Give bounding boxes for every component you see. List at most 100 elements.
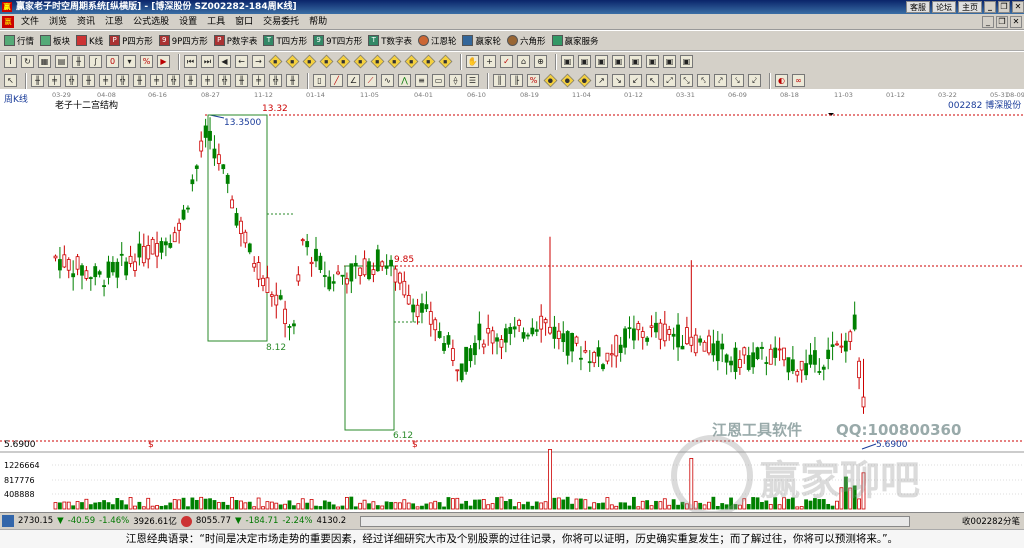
tool-service[interactable]: 赢家服务 [551,35,599,47]
gann-line-2-icon[interactable]: ╪ [48,74,61,87]
right-arrow-icon[interactable]: → [252,55,265,68]
menu-settings[interactable]: 设置 [174,14,202,30]
tool-p-square[interactable]: P P四方形 [109,35,153,47]
gann-line-9-icon[interactable]: ╬ [167,74,180,87]
cursor-icon[interactable]: I [4,55,17,68]
candlestick-icon[interactable]: ╫ [72,55,85,68]
gann-line-13-icon[interactable]: ╫ [235,74,248,87]
tool-9p-square[interactable]: 9 9P四方形 [158,35,208,47]
tool-hexagon[interactable]: 六角形 [506,35,546,47]
percent-icon[interactable]: % [140,55,153,68]
pointer-icon[interactable]: ↖ [4,74,17,87]
gann-line-12-icon[interactable]: ╬ [218,74,231,87]
minimize-icon[interactable]: _ [984,1,996,13]
menu-info[interactable]: 资讯 [72,14,100,30]
gann-line-10-icon[interactable]: ╫ [184,74,197,87]
kline-chart[interactable]: 03-29 04-08 06-16 08-27 11-12 01-14 11-05 04-01… [0,89,1024,512]
circle-3-icon[interactable]: ● [577,73,592,88]
rect-icon[interactable]: ▭ [432,74,445,87]
arrow-3-icon[interactable]: ↙ [629,74,642,87]
refresh-icon[interactable]: ↻ [21,55,34,68]
arrow-6-icon[interactable]: ⤡ [680,74,693,87]
zoom-icon[interactable]: ⊕ [534,55,547,68]
box-icon[interactable]: ▯ [313,74,326,87]
link-support[interactable]: 客服 [906,1,930,13]
tag-icon[interactable]: ⌂ [517,55,530,68]
last-icon[interactable]: ⏭ [201,55,214,68]
mdi-close-icon[interactable]: ✕ [1010,16,1022,28]
trend-icon[interactable]: ╱ [330,74,343,87]
gann-line-1-icon[interactable]: ╫ [31,74,44,87]
gann-line-5-icon[interactable]: ╪ [99,74,112,87]
mdi-minimize-icon[interactable]: _ [982,16,994,28]
percent-line-icon[interactable]: % [527,74,540,87]
diamond-9-icon[interactable]: ◆ [404,54,419,69]
gann-line-16-icon[interactable]: ╫ [286,74,299,87]
color-wheel-icon[interactable]: ◐ [775,74,788,87]
arrow-9-icon[interactable]: ⤥ [731,74,744,87]
menu-formula[interactable]: 公式选股 [128,14,174,30]
ray-icon[interactable]: ⟋ [364,74,377,87]
hand-icon[interactable]: ✋ [466,55,479,68]
panel-5-icon[interactable]: ▣ [629,55,642,68]
infinity-icon[interactable]: ∞ [792,74,805,87]
circle-1-icon[interactable]: ● [543,73,558,88]
period-2-icon[interactable]: ╟ [510,74,523,87]
diamond-5-icon[interactable]: ◆ [336,54,351,69]
tool-kline[interactable]: K线 [76,35,103,47]
panel-2-icon[interactable]: ▣ [578,55,591,68]
tool-blocks[interactable]: 板块 [40,35,70,47]
gann-line-7-icon[interactable]: ╫ [133,74,146,87]
gann-line-11-icon[interactable]: ╪ [201,74,214,87]
period-1-icon[interactable]: ║ [493,74,506,87]
angle-icon[interactable]: ∠ [347,74,360,87]
zigzag-icon[interactable]: ⋀ [398,74,411,87]
grid-view-icon[interactable]: ▦ [38,55,51,68]
arrow-2-icon[interactable]: ↘ [612,74,625,87]
gann-line-3-icon[interactable]: ╬ [65,74,78,87]
diamond-1-icon[interactable]: ◆ [268,54,283,69]
tool-t-number[interactable]: T T数字表 [368,35,412,47]
panel-4-icon[interactable]: ▣ [612,55,625,68]
gann-line-4-icon[interactable]: ╫ [82,74,95,87]
panel-8-icon[interactable]: ▣ [680,55,693,68]
diamond-6-icon[interactable]: ◆ [353,54,368,69]
fib-icon[interactable]: ☰ [466,74,479,87]
arrow-7-icon[interactable]: ⤣ [697,74,710,87]
diamond-8-icon[interactable]: ◆ [387,54,402,69]
diamond-4-icon[interactable]: ◆ [319,54,334,69]
zero-icon[interactable]: 0 [106,55,119,68]
menu-trade[interactable]: 交易委托 [258,14,304,30]
link-home[interactable]: 主页 [958,1,982,13]
line-chart-icon[interactable]: ∫ [89,55,102,68]
menu-tools[interactable]: 工具 [202,14,230,30]
tool-t-square[interactable]: T T四方形 [263,35,307,47]
checkmark-icon[interactable]: ✓ [500,55,513,68]
arrow-4-icon[interactable]: ↖ [646,74,659,87]
channel-icon[interactable]: ≡ [415,74,428,87]
prev-icon[interactable]: ◀ [218,55,231,68]
panel-3-icon[interactable]: ▣ [595,55,608,68]
close-icon[interactable]: ✕ [1012,1,1024,13]
panel-6-icon[interactable]: ▣ [646,55,659,68]
dropdown-icon[interactable]: ▾ [123,55,136,68]
gann-line-6-icon[interactable]: ╬ [116,74,129,87]
menu-window[interactable]: 窗口 [230,14,258,30]
first-icon[interactable]: ⏮ [184,55,197,68]
tool-p-number[interactable]: P P数字表 [213,35,257,47]
bars-icon[interactable]: ▤ [55,55,68,68]
arrow-8-icon[interactable]: ⤤ [714,74,727,87]
menu-file[interactable]: 文件 [16,14,44,30]
panel-7-icon[interactable]: ▣ [663,55,676,68]
diamond-10-icon[interactable]: ◆ [421,54,436,69]
crosshair-icon[interactable]: + [483,55,496,68]
mdi-restore-icon[interactable]: ❐ [996,16,1008,28]
gann-line-15-icon[interactable]: ╬ [269,74,282,87]
circle-2-icon[interactable]: ● [560,73,575,88]
fan-icon[interactable]: ⟠ [449,74,462,87]
tool-winner-wheel[interactable]: 赢家轮 [462,35,501,47]
tool-9t-square[interactable]: 9 9T四方形 [313,35,362,47]
horizontal-scrollbar[interactable] [360,516,910,527]
link-forum[interactable]: 论坛 [932,1,956,13]
gann-line-14-icon[interactable]: ╪ [252,74,265,87]
